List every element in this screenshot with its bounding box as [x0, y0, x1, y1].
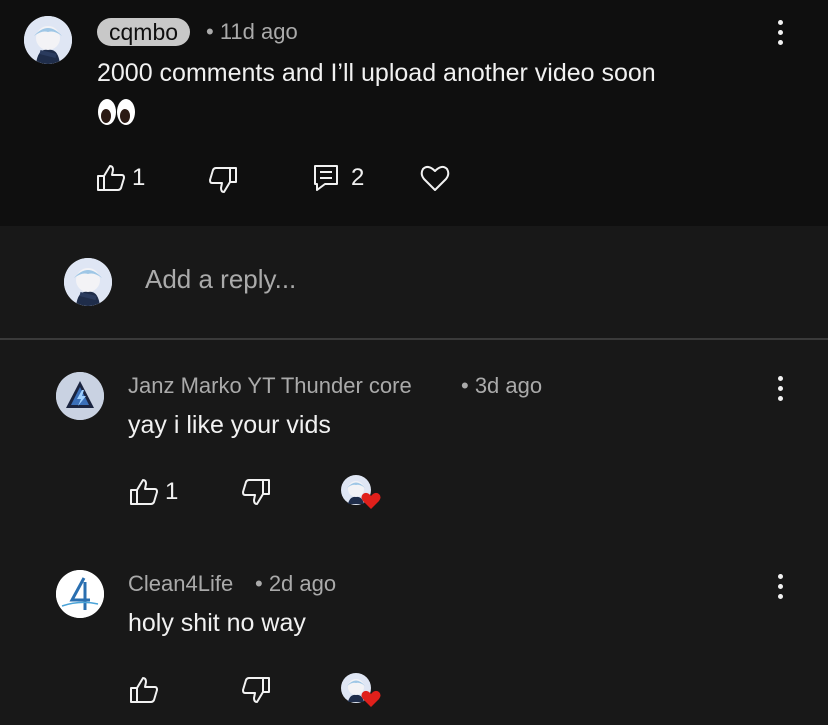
reply-input[interactable]: Add a reply... [145, 264, 296, 295]
reply-count: 2 [351, 164, 365, 191]
reply-text: holy shit no way [128, 609, 306, 637]
thumbs-up-icon [97, 165, 125, 191]
reply-text: yay i like your vids [128, 411, 331, 439]
heart-button[interactable] [420, 164, 450, 192]
author-name-chip[interactable]: cqmbo [97, 18, 191, 46]
like-count: 1 [132, 164, 146, 191]
anime-avatar-icon [24, 16, 72, 64]
more-options-icon[interactable] [768, 12, 792, 52]
thumbs-up-icon [130, 479, 158, 505]
dislike-button[interactable] [208, 166, 238, 194]
reply-button[interactable]: 2 [313, 164, 364, 192]
thumbs-down-icon [242, 479, 270, 505]
reply-author-avatar[interactable] [56, 372, 104, 420]
clean4life-logo-icon [56, 570, 104, 618]
reply-author-avatar[interactable] [56, 570, 104, 618]
eyes-emoji-icon [98, 99, 135, 125]
reply-author-name[interactable]: Clean4Life [128, 570, 233, 598]
dislike-button[interactable] [241, 478, 271, 506]
comment-time: • 11d ago [206, 19, 298, 44]
creator-heart-icon [341, 673, 381, 707]
creator-heart-icon [341, 475, 381, 509]
anime-avatar-icon [64, 258, 112, 306]
reply-author-name[interactable]: Janz Marko YT Thunder core [128, 372, 412, 400]
comment-icon [314, 165, 338, 191]
like-button[interactable]: 1 [96, 164, 145, 192]
reply-time: • 3d ago [461, 373, 543, 398]
heart-outline-icon [420, 165, 450, 191]
reply-time: • 2d ago [255, 571, 337, 596]
comment-text: 2000 comments and I’ll upload another vi… [97, 59, 656, 87]
dislike-button[interactable] [241, 676, 271, 704]
like-count: 1 [165, 478, 179, 505]
like-button[interactable] [129, 676, 165, 704]
thumbs-down-icon [209, 167, 237, 193]
author-avatar[interactable] [24, 16, 72, 64]
user-avatar [64, 258, 112, 306]
main-comment: cqmbo • 11d ago 2000 comments and I’ll u… [0, 0, 828, 226]
like-button[interactable]: 1 [129, 478, 178, 506]
more-options-icon[interactable] [768, 566, 792, 606]
more-options-icon[interactable] [768, 368, 792, 408]
thumbs-down-icon [242, 677, 270, 703]
reply-input-row[interactable]: Add a reply... [0, 226, 828, 340]
thunder-logo-icon [56, 372, 104, 420]
thumbs-up-icon [130, 677, 158, 703]
